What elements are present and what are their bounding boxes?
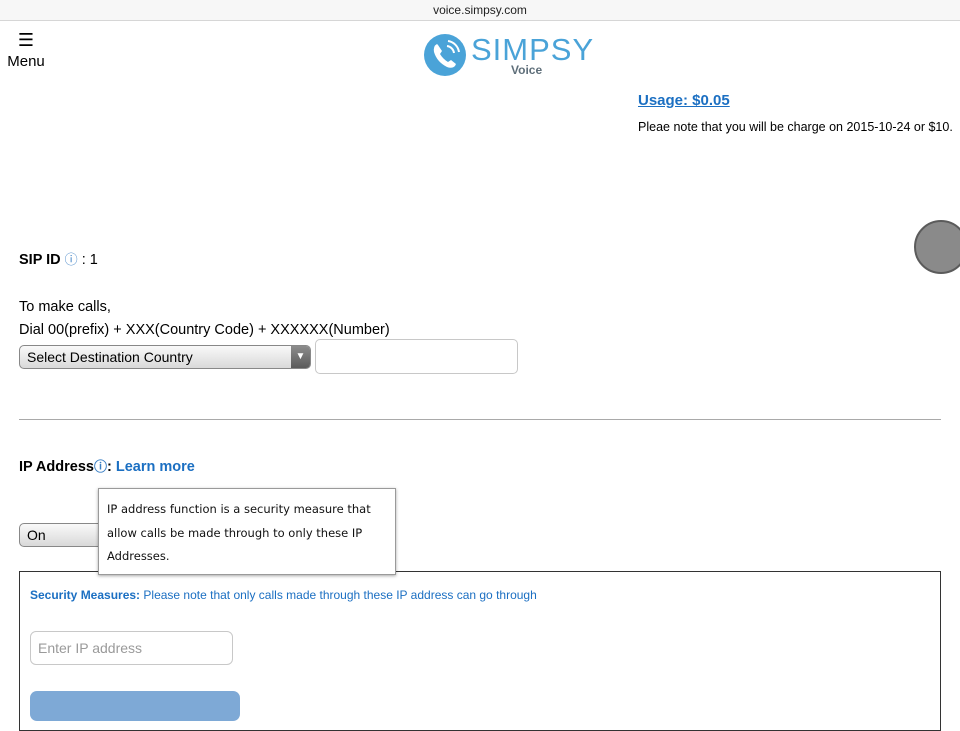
logo-sub: Voice — [511, 63, 543, 77]
ip-colon: : — [106, 459, 112, 475]
toggle-value: On — [27, 527, 46, 543]
hamburger-icon: ☰ — [17, 30, 35, 50]
dial-line-1: To make calls, — [19, 299, 111, 315]
section-divider — [19, 419, 941, 420]
info-icon[interactable]: ⓘ — [65, 252, 78, 267]
security-text: Please note that only calls made through… — [140, 588, 537, 602]
ip-address-label: IP Address — [19, 459, 94, 475]
phone-icon — [424, 34, 466, 76]
logo[interactable]: SIMPSY Voice — [423, 32, 593, 80]
ip-address-row: IP Addressⓘ: Learn more — [19, 456, 195, 475]
sip-id-label: SIP ID — [19, 252, 61, 268]
security-measures-panel: Security Measures: Please note that only… — [19, 571, 941, 731]
learn-more-link[interactable]: Learn more — [116, 459, 195, 475]
dial-instructions: To make calls, Dial 00(prefix) + XXX(Cou… — [19, 296, 390, 342]
country-select-value: Select Destination Country — [27, 349, 193, 365]
ip-address-input[interactable] — [30, 631, 233, 665]
menu-button[interactable]: ☰ Menu — [6, 30, 46, 72]
destination-country-select[interactable]: Select Destination Country ▼ — [19, 345, 311, 369]
url-bar[interactable]: voice.simpsy.com — [0, 0, 960, 21]
sip-id-row: SIP ID ⓘ : 1 — [19, 249, 98, 268]
ip-info-tooltip: IP address function is a security measur… — [98, 488, 396, 575]
phone-number-input[interactable] — [315, 339, 518, 374]
url-text: voice.simpsy.com — [433, 3, 527, 17]
info-icon[interactable]: ⓘ — [94, 459, 107, 474]
logo-name: SIMPSY — [471, 32, 595, 67]
security-note: Security Measures: Please note that only… — [30, 588, 537, 602]
chevron-down-icon: ▼ — [291, 346, 310, 368]
menu-label: Menu — [7, 53, 45, 70]
add-ip-button[interactable] — [30, 691, 240, 721]
floating-action-button[interactable] — [914, 220, 960, 274]
usage-link[interactable]: Usage: $0.05 — [638, 92, 730, 109]
sip-id-value: : 1 — [81, 252, 98, 268]
charge-note: Pleae note that you will be charge on 20… — [638, 120, 953, 134]
security-label: Security Measures: — [30, 588, 141, 602]
